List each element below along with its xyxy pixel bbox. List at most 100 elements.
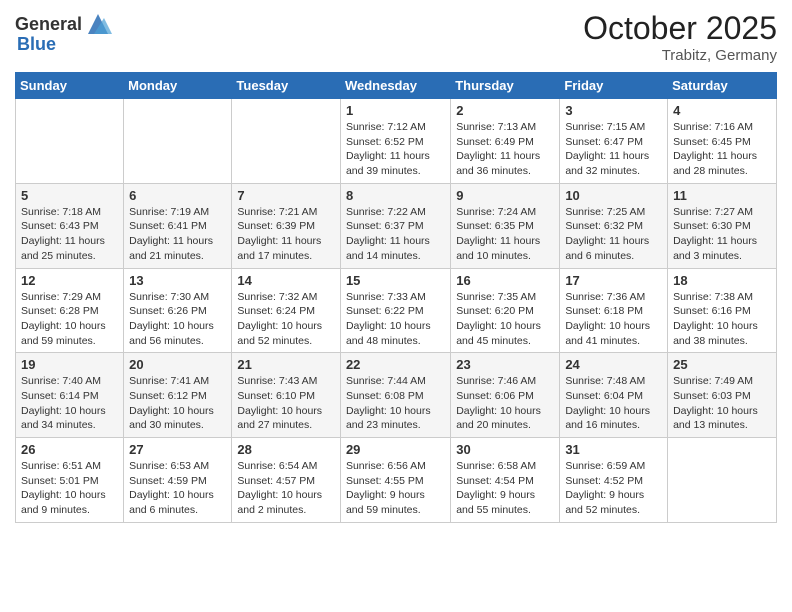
calendar-cell: 20Sunrise: 7:41 AMSunset: 6:12 PMDayligh… [124,353,232,438]
logo: General Blue [15,10,112,55]
day-number: 24 [565,357,662,372]
weekday-header-monday: Monday [124,73,232,99]
day-info: Sunrise: 7:29 AMSunset: 6:28 PMDaylight:… [21,290,118,349]
weekday-header-tuesday: Tuesday [232,73,341,99]
weekday-header-saturday: Saturday [668,73,777,99]
day-info: Sunrise: 7:27 AMSunset: 6:30 PMDaylight:… [673,205,771,264]
calendar-cell: 21Sunrise: 7:43 AMSunset: 6:10 PMDayligh… [232,353,341,438]
weekday-header-friday: Friday [560,73,668,99]
day-number: 2 [456,103,554,118]
calendar-cell: 7Sunrise: 7:21 AMSunset: 6:39 PMDaylight… [232,183,341,268]
calendar-cell: 29 Sunrise: 6:56 AMSunset: 4:55 PMDayligh… [340,438,450,523]
calendar-cell: 9 Sunrise: 7:24 AMSunset: 6:35 PMDaylight… [451,183,560,268]
day-number: 21 [237,357,335,372]
logo-icon [84,10,112,38]
day-info: Sunrise: 7:41 AMSunset: 6:12 PMDaylight:… [129,374,226,433]
calendar-cell: 12Sunrise: 7:29 AMSunset: 6:28 PMDayligh… [16,268,124,353]
calendar-week-row: 19 Sunrise: 7:40 AMSunset: 6:14 PMDayligh… [16,353,777,438]
logo-blue: Blue [17,34,56,55]
day-number: 18 [673,273,771,288]
day-number: 28 [237,442,335,457]
weekday-header-thursday: Thursday [451,73,560,99]
calendar-cell [124,99,232,184]
logo-general: General [15,14,82,35]
day-number: 27 [129,442,226,457]
day-number: 6 [129,188,226,203]
day-info: Sunrise: 7:38 AMSunset: 6:16 PMDaylight:… [673,290,771,349]
calendar-week-row: 26 Sunrise: 6:51 AMSunset: 5:01 PMDayligh… [16,438,777,523]
day-info: Sunrise: 7:30 AMSunset: 6:26 PMDaylight:… [129,290,226,349]
calendar-cell: 1Sunrise: 7:12 AMSunset: 6:52 PMDaylight… [340,99,450,184]
day-number: 7 [237,188,335,203]
title-block: October 2025 Trabitz, Germany [583,10,777,64]
calendar-cell: 2 Sunrise: 7:13 AMSunset: 6:49 PMDaylight… [451,99,560,184]
day-number: 3 [565,103,662,118]
calendar-header-row: SundayMondayTuesdayWednesdayThursdayFrid… [16,73,777,99]
weekday-header-sunday: Sunday [16,73,124,99]
day-info: Sunrise: 7:44 AMSunset: 6:08 PMDaylight:… [346,374,445,433]
calendar-cell: 30 Sunrise: 6:58 AMSunset: 4:54 PMDayligh… [451,438,560,523]
day-info: Sunrise: 7:15 AMSunset: 6:47 PMDaylight:… [565,120,662,179]
day-number: 5 [21,188,118,203]
day-number: 29 [346,442,445,457]
day-info: Sunrise: 7:33 AMSunset: 6:22 PMDaylight:… [346,290,445,349]
calendar-cell: 5 Sunrise: 7:18 AMSunset: 6:43 PMDaylight… [16,183,124,268]
calendar-cell: 6 Sunrise: 7:19 AMSunset: 6:41 PMDaylight… [124,183,232,268]
day-number: 14 [237,273,335,288]
day-info: Sunrise: 7:25 AMSunset: 6:32 PMDaylight:… [565,205,662,264]
day-number: 16 [456,273,554,288]
day-info: Sunrise: 7:46 AMSunset: 6:06 PMDaylight:… [456,374,554,433]
calendar-cell: 22 Sunrise: 7:44 AMSunset: 6:08 PMDayligh… [340,353,450,438]
calendar-cell: 17Sunrise: 7:36 AMSunset: 6:18 PMDayligh… [560,268,668,353]
calendar-cell: 26 Sunrise: 6:51 AMSunset: 5:01 PMDayligh… [16,438,124,523]
day-info: Sunrise: 6:51 AMSunset: 5:01 PMDaylight:… [21,459,118,518]
day-info: Sunrise: 6:58 AMSunset: 4:54 PMDaylight:… [456,459,554,518]
calendar-cell [668,438,777,523]
day-info: Sunrise: 7:24 AMSunset: 6:35 PMDaylight:… [456,205,554,264]
day-info: Sunrise: 6:54 AMSunset: 4:57 PMDaylight:… [237,459,335,518]
day-number: 10 [565,188,662,203]
calendar-cell: 15 Sunrise: 7:33 AMSunset: 6:22 PMDayligh… [340,268,450,353]
calendar-cell: 23Sunrise: 7:46 AMSunset: 6:06 PMDayligh… [451,353,560,438]
day-number: 1 [346,103,445,118]
day-number: 17 [565,273,662,288]
day-number: 26 [21,442,118,457]
day-info: Sunrise: 7:32 AMSunset: 6:24 PMDaylight:… [237,290,335,349]
calendar-cell: 8 Sunrise: 7:22 AMSunset: 6:37 PMDaylight… [340,183,450,268]
calendar-cell: 28 Sunrise: 6:54 AMSunset: 4:57 PMDayligh… [232,438,341,523]
day-number: 15 [346,273,445,288]
calendar-cell: 10 Sunrise: 7:25 AMSunset: 6:32 PMDayligh… [560,183,668,268]
calendar-cell: 13Sunrise: 7:30 AMSunset: 6:26 PMDayligh… [124,268,232,353]
calendar-cell: 27 Sunrise: 6:53 AMSunset: 4:59 PMDayligh… [124,438,232,523]
day-number: 9 [456,188,554,203]
calendar-cell: 18 Sunrise: 7:38 AMSunset: 6:16 PMDayligh… [668,268,777,353]
day-number: 22 [346,357,445,372]
calendar-cell: 31 Sunrise: 6:59 AMSunset: 4:52 PMDayligh… [560,438,668,523]
month-title: October 2025 [583,10,777,47]
day-info: Sunrise: 7:19 AMSunset: 6:41 PMDaylight:… [129,205,226,264]
day-info: Sunrise: 7:40 AMSunset: 6:14 PMDaylight:… [21,374,118,433]
calendar-cell: 3 Sunrise: 7:15 AMSunset: 6:47 PMDaylight… [560,99,668,184]
weekday-header-wednesday: Wednesday [340,73,450,99]
calendar-week-row: 5 Sunrise: 7:18 AMSunset: 6:43 PMDaylight… [16,183,777,268]
day-info: Sunrise: 7:16 AMSunset: 6:45 PMDaylight:… [673,120,771,179]
calendar-cell: 11 Sunrise: 7:27 AMSunset: 6:30 PMDayligh… [668,183,777,268]
calendar-cell [16,99,124,184]
calendar-table: SundayMondayTuesdayWednesdayThursdayFrid… [15,72,777,523]
day-number: 30 [456,442,554,457]
page-header: General Blue October 2025 Trabitz, Germa… [15,10,777,64]
calendar-cell: 19 Sunrise: 7:40 AMSunset: 6:14 PMDayligh… [16,353,124,438]
day-number: 11 [673,188,771,203]
day-info: Sunrise: 7:13 AMSunset: 6:49 PMDaylight:… [456,120,554,179]
day-info: Sunrise: 7:18 AMSunset: 6:43 PMDaylight:… [21,205,118,264]
day-info: Sunrise: 6:53 AMSunset: 4:59 PMDaylight:… [129,459,226,518]
calendar-week-row: 1Sunrise: 7:12 AMSunset: 6:52 PMDaylight… [16,99,777,184]
day-number: 19 [21,357,118,372]
day-info: Sunrise: 6:56 AMSunset: 4:55 PMDaylight:… [346,459,445,518]
day-info: Sunrise: 6:59 AMSunset: 4:52 PMDaylight:… [565,459,662,518]
calendar-week-row: 12Sunrise: 7:29 AMSunset: 6:28 PMDayligh… [16,268,777,353]
day-number: 4 [673,103,771,118]
day-number: 8 [346,188,445,203]
day-number: 31 [565,442,662,457]
day-info: Sunrise: 7:22 AMSunset: 6:37 PMDaylight:… [346,205,445,264]
